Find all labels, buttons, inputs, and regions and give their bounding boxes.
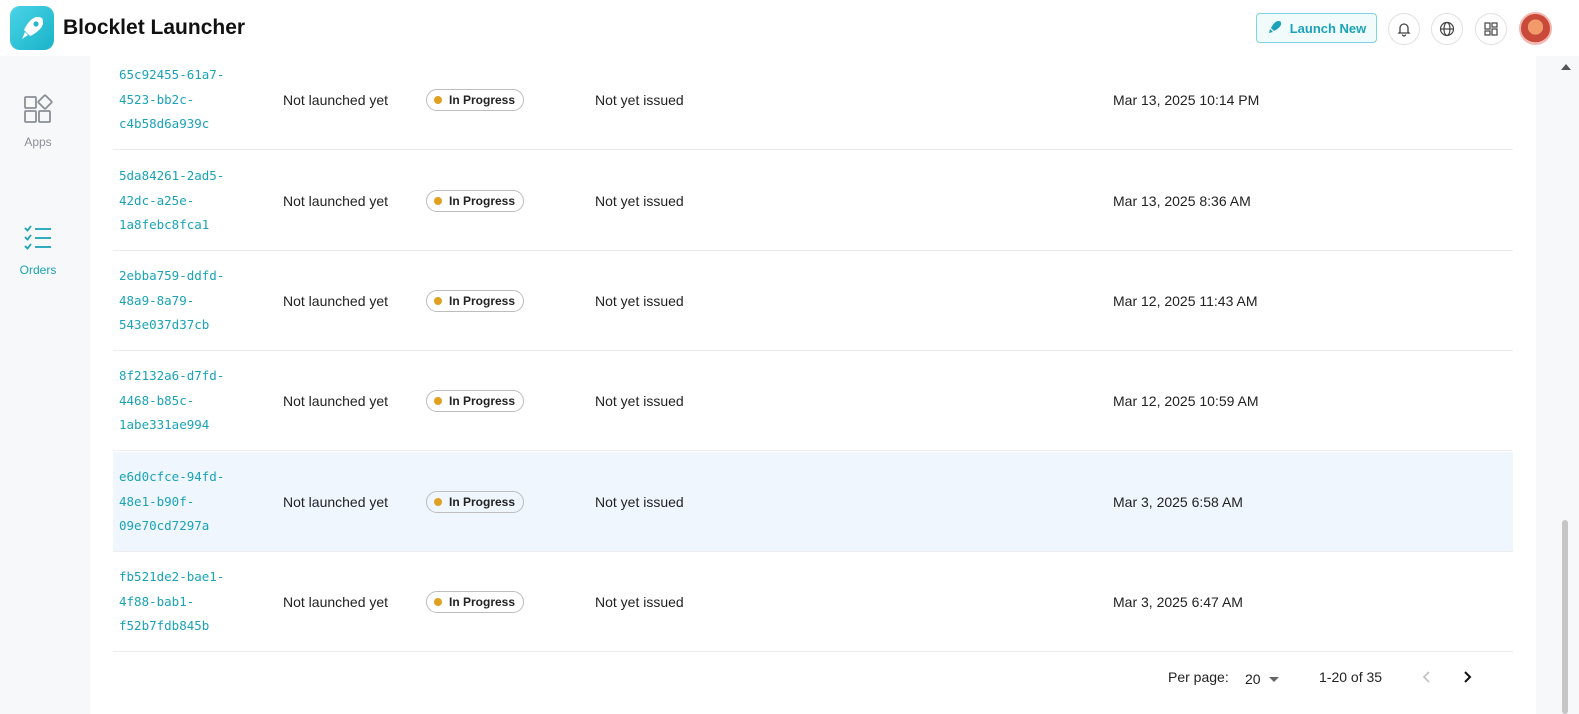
launch-status-text: Not launched yet [283,193,389,209]
certificate-text: Not yet issued [595,293,684,309]
certificate-text: Not yet issued [595,594,684,610]
order-date: Mar 12, 2025 11:43 AM [1113,293,1258,309]
scrollbar-thumb[interactable] [1562,520,1568,714]
order-date: Mar 3, 2025 6:58 AM [1113,494,1243,510]
scroll-up-arrow-icon[interactable] [1561,64,1571,70]
per-page-value: 20 [1245,671,1261,687]
per-page-label: Per page: [1168,669,1229,685]
status-label: In Progress [449,194,516,208]
status-badge: In Progress [426,591,525,613]
order-id-link[interactable]: 5da84261-2ad5- 42dc-a25e- 1a8febc8fca1 [119,151,249,251]
order-id-link[interactable]: 8f2132a6-d7fd- 4468-b85c- 1abe331ae994 [119,351,249,451]
status-cell: In Progress [426,351,525,451]
status-dot-icon [434,598,442,606]
order-id-link[interactable]: 65c92455-61a7- 4523-bb2c- c4b58d6a939c [119,50,249,150]
status-dot-icon [434,397,442,405]
launch-new-button[interactable]: Launch New [1256,13,1377,43]
caret-down-icon [1268,676,1279,682]
order-date: Mar 12, 2025 10:59 AM [1113,393,1259,409]
sidebar-item-apps[interactable]: Apps [0,94,76,149]
sidebar-item-label: Apps [24,135,52,149]
status-dot-icon [434,96,442,104]
status-badge: In Progress [426,89,525,111]
table-row[interactable]: 8f2132a6-d7fd- 4468-b85c- 1abe331ae994 N… [113,351,1513,451]
order-id-link[interactable]: 2ebba759-ddfd- 48a9-8a79- 543e037d37cb [119,251,249,351]
status-dot-icon [434,297,442,305]
status-label: In Progress [449,595,516,609]
chevron-right-icon [1464,671,1472,683]
user-avatar[interactable] [1519,12,1552,45]
status-cell: In Progress [426,251,525,351]
previous-page-button[interactable] [1414,664,1440,690]
launch-status-text: Not launched yet [283,494,389,510]
status-label: In Progress [449,394,516,408]
table-row[interactable]: 2ebba759-ddfd- 48a9-8a79- 543e037d37cb N… [113,251,1513,351]
table-row[interactable]: 65c92455-61a7- 4523-bb2c- c4b58d6a939c N… [113,50,1513,150]
order-date: Mar 13, 2025 8:36 AM [1113,193,1251,209]
status-badge: In Progress [426,390,525,412]
dashboard-grid-icon[interactable] [1475,13,1507,45]
next-page-button[interactable] [1454,664,1480,690]
launch-status-text: Not launched yet [283,594,389,610]
certificate-text: Not yet issued [595,193,684,209]
globe-icon[interactable] [1431,13,1463,45]
orders-table: 65c92455-61a7- 4523-bb2c- c4b58d6a939c N… [90,56,1536,714]
status-dot-icon [434,197,442,205]
notification-bell-icon[interactable] [1388,13,1420,45]
certificate-text: Not yet issued [595,494,684,510]
app-title: Blocklet Launcher [63,16,246,39]
table-row[interactable]: 5da84261-2ad5- 42dc-a25e- 1a8febc8fca1 N… [113,151,1513,251]
chevron-left-icon [1422,671,1430,683]
status-badge: In Progress [426,190,525,212]
status-badge: In Progress [426,491,525,513]
table-row-hovered[interactable]: e6d0cfce-94fd- 48e1-b90f- 09e70cd7297a N… [113,452,1513,552]
status-label: In Progress [449,93,516,107]
page-range-text: 1-20 of 35 [1319,669,1383,685]
order-date: Mar 13, 2025 10:14 PM [1113,92,1260,108]
certificate-text: Not yet issued [595,393,684,409]
sidebar: Apps Orders [0,56,76,714]
sidebar-item-label: Orders [19,263,57,277]
top-bar: Blocklet Launcher Launch New [0,0,1579,56]
status-cell: In Progress [426,552,525,652]
rocket-logo-icon[interactable] [10,6,54,50]
order-id-link[interactable]: fb521de2-bae1- 4f88-bab1- f52b7fdb845b [119,552,249,652]
checklist-icon [22,222,54,257]
launch-status-text: Not launched yet [283,92,389,108]
per-page-select[interactable]: 20 [1245,668,1285,690]
launch-status-text: Not launched yet [283,393,389,409]
certificate-text: Not yet issued [595,92,684,108]
status-cell: In Progress [426,50,525,150]
status-label: In Progress [449,495,516,509]
status-cell: In Progress [426,452,525,552]
launch-status-text: Not launched yet [283,293,389,309]
status-label: In Progress [449,294,516,308]
launch-new-label: Launch New [1289,20,1367,36]
apps-icon [22,94,54,129]
order-id-link[interactable]: e6d0cfce-94fd- 48e1-b90f- 09e70cd7297a [119,452,249,552]
rocket-icon [1267,19,1283,38]
sidebar-item-orders[interactable]: Orders [0,222,76,277]
table-row[interactable]: fb521de2-bae1- 4f88-bab1- f52b7fdb845b N… [113,552,1513,652]
order-date: Mar 3, 2025 6:47 AM [1113,594,1243,610]
status-cell: In Progress [426,151,525,251]
status-dot-icon [434,498,442,506]
status-badge: In Progress [426,290,525,312]
